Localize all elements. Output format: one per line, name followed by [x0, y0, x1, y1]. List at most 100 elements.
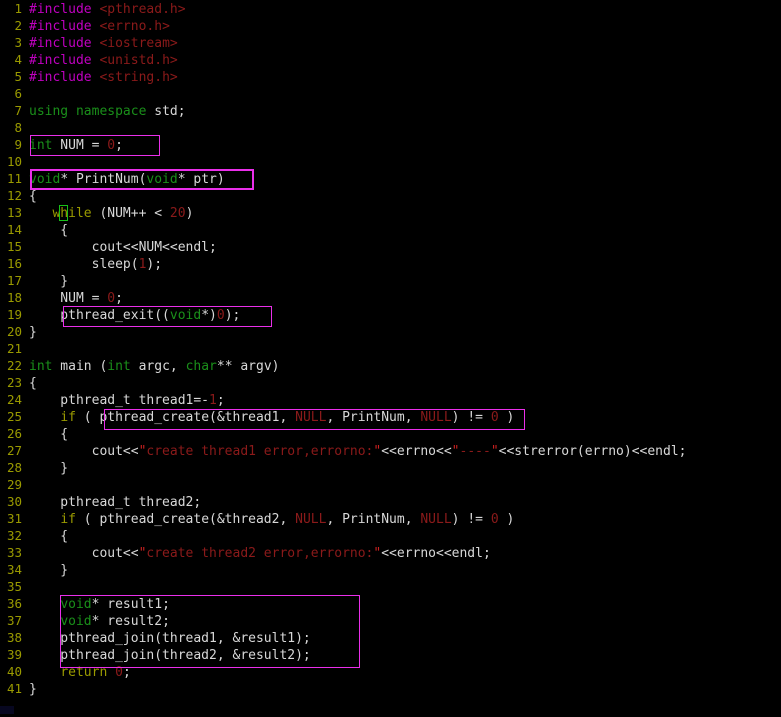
- code-line[interactable]: 26 {: [0, 425, 781, 442]
- line-content[interactable]: sleep(1);: [22, 256, 162, 273]
- code-line[interactable]: 23 {: [0, 374, 781, 391]
- code-line[interactable]: 24 pthread_t thread1=-1;: [0, 391, 781, 408]
- code-token: 1: [209, 393, 217, 408]
- line-content[interactable]: using namespace std;: [22, 103, 186, 120]
- code-token: ----: [459, 444, 491, 459]
- line-content[interactable]: #include <pthread.h>: [22, 1, 186, 18]
- bottom-left-artifact: [0, 706, 14, 714]
- code-token: cout<<NUM<<endl;: [29, 240, 217, 255]
- code-line[interactable]: 39 pthread_join(thread2, &result2);: [0, 646, 781, 663]
- code-line[interactable]: 32 {: [0, 527, 781, 544]
- code-line[interactable]: 2 #include <errno.h>: [0, 17, 781, 34]
- line-content[interactable]: void* result2;: [22, 613, 170, 630]
- code-line[interactable]: 14 {: [0, 221, 781, 238]
- code-token: ( pthread_create(&thread2,: [75, 512, 296, 527]
- code-token: );: [146, 257, 163, 272]
- code-line[interactable]: 33 cout<<"create thread2 error,errorno:"…: [0, 544, 781, 561]
- code-line[interactable]: 3 #include <iostream>: [0, 34, 781, 51]
- line-number: 33: [6, 545, 22, 560]
- line-content[interactable]: pthread_join(thread1, &result1);: [22, 630, 310, 647]
- code-token: }: [29, 325, 37, 340]
- line-content[interactable]: }: [22, 324, 37, 341]
- line-content[interactable]: }: [22, 681, 37, 698]
- line-content[interactable]: return 0;: [22, 664, 130, 681]
- line-content[interactable]: #include <string.h>: [22, 69, 178, 86]
- line-content[interactable]: pthread_t thread1=-1;: [22, 392, 224, 409]
- code-line[interactable]: 28 }: [0, 459, 781, 476]
- code-token: * result2;: [91, 614, 170, 629]
- code-line[interactable]: 34 }: [0, 561, 781, 578]
- code-line[interactable]: 41}: [0, 680, 781, 697]
- line-content[interactable]: {: [22, 426, 68, 443]
- code-line[interactable]: 4 #include <unistd.h>: [0, 51, 781, 68]
- code-line[interactable]: 27 cout<< " create thread1 error,errorno: "…: [0, 442, 781, 459]
- code-token: argc,: [130, 359, 186, 374]
- code-token: #include: [29, 70, 92, 85]
- code-line[interactable]: 35: [0, 578, 781, 595]
- code-line[interactable]: 40 return 0;: [0, 663, 781, 680]
- code-line[interactable]: 30 pthread_t thread2;: [0, 493, 781, 510]
- line-content[interactable]: }: [22, 562, 68, 579]
- code-token: ": [490, 444, 499, 459]
- line-number: 17: [6, 273, 22, 288]
- code-token: * ptr): [177, 172, 225, 187]
- code-line[interactable]: 31 if ( pthread_create(&thread2, NULL, P…: [0, 510, 781, 527]
- code-token: ): [185, 206, 194, 221]
- code-line[interactable]: 15 cout<<NUM<<endl;: [0, 238, 781, 255]
- code-line[interactable]: 29: [0, 476, 781, 493]
- code-token: void: [60, 597, 92, 612]
- code-line[interactable]: 38 pthread_join(thread1, &result1);: [0, 629, 781, 646]
- code-line[interactable]: 8: [0, 119, 781, 136]
- code-line[interactable]: 22 int main (int argc, char** argv): [0, 357, 781, 374]
- code-line[interactable]: 11 void* PrintNum(void* ptr): [0, 170, 781, 187]
- line-number: 21: [6, 341, 22, 356]
- code-line[interactable]: 17 }: [0, 272, 781, 289]
- line-content[interactable]: void* result1;: [22, 596, 170, 613]
- code-token: NUM =: [29, 291, 108, 306]
- line-content[interactable]: #include <unistd.h>: [22, 52, 178, 69]
- code-line[interactable]: 19 pthread_exit((void*)0);: [0, 306, 781, 323]
- code-line[interactable]: 6: [0, 85, 781, 102]
- line-content[interactable]: NUM = 0;: [22, 290, 123, 307]
- line-content[interactable]: pthread_join(thread2, &result2);: [22, 647, 310, 664]
- line-content[interactable]: void* PrintNum(void* ptr): [22, 171, 225, 188]
- code-line[interactable]: 16 sleep(1);: [0, 255, 781, 272]
- line-content[interactable]: cout<<"create thread2 error,errorno:"<<e…: [22, 545, 491, 562]
- code-line[interactable]: 13 while (NUM++ < 20): [0, 204, 781, 221]
- code-line[interactable]: 12 {: [0, 187, 781, 204]
- line-content[interactable]: #include <iostream>: [22, 35, 178, 52]
- line-number: 26: [6, 426, 22, 441]
- code-line[interactable]: 5 #include <string.h>: [0, 68, 781, 85]
- line-content[interactable]: cout<<NUM<<endl;: [22, 239, 217, 256]
- line-content[interactable]: #include <errno.h>: [22, 18, 170, 35]
- code-line[interactable]: 9 int NUM = 0;: [0, 136, 781, 153]
- line-content[interactable]: while (NUM++ < 20): [22, 205, 193, 222]
- line-content[interactable]: {: [22, 528, 68, 545]
- line-content[interactable]: {: [22, 222, 68, 239]
- line-content[interactable]: int NUM = 0;: [22, 137, 123, 154]
- code-line[interactable]: 20}: [0, 323, 781, 340]
- line-content[interactable]: {: [22, 188, 37, 205]
- line-content[interactable]: if ( pthread_create(&thread2, NULL, Prin…: [22, 511, 514, 528]
- code-token: pthread_t thread1=-: [29, 393, 210, 408]
- code-line[interactable]: 7 using namespace std;: [0, 102, 781, 119]
- line-content[interactable]: pthread_exit((void*)0);: [22, 307, 240, 324]
- line-content[interactable]: pthread_t thread2;: [22, 494, 201, 511]
- code-line[interactable]: 37 void* result2;: [0, 612, 781, 629]
- code-line[interactable]: 36 void* result1;: [0, 595, 781, 612]
- line-content[interactable]: int main (int argc, char** argv): [22, 358, 280, 375]
- code-line[interactable]: 25 if ( pthread_create(&thread1, NULL, P…: [0, 408, 781, 425]
- code-line[interactable]: 21: [0, 340, 781, 357]
- code-editor[interactable]: 1 #include <pthread.h> 2 #include <errno.h>…: [0, 0, 781, 717]
- line-content[interactable]: {: [22, 375, 37, 392]
- line-content[interactable]: }: [22, 460, 68, 477]
- line-number: 35: [6, 579, 22, 594]
- code-line[interactable]: 1 #include <pthread.h>: [0, 0, 781, 17]
- code-token: sleep(: [29, 257, 139, 272]
- line-content[interactable]: cout<<"create thread1 error,errorno:"<<e…: [22, 443, 687, 460]
- code-token: ;: [115, 138, 123, 153]
- code-line[interactable]: 10: [0, 153, 781, 170]
- code-line[interactable]: 18 NUM = 0;: [0, 289, 781, 306]
- line-content[interactable]: }: [22, 273, 68, 290]
- line-content[interactable]: if ( pthread_create(&thread1, NULL, Prin…: [22, 409, 514, 426]
